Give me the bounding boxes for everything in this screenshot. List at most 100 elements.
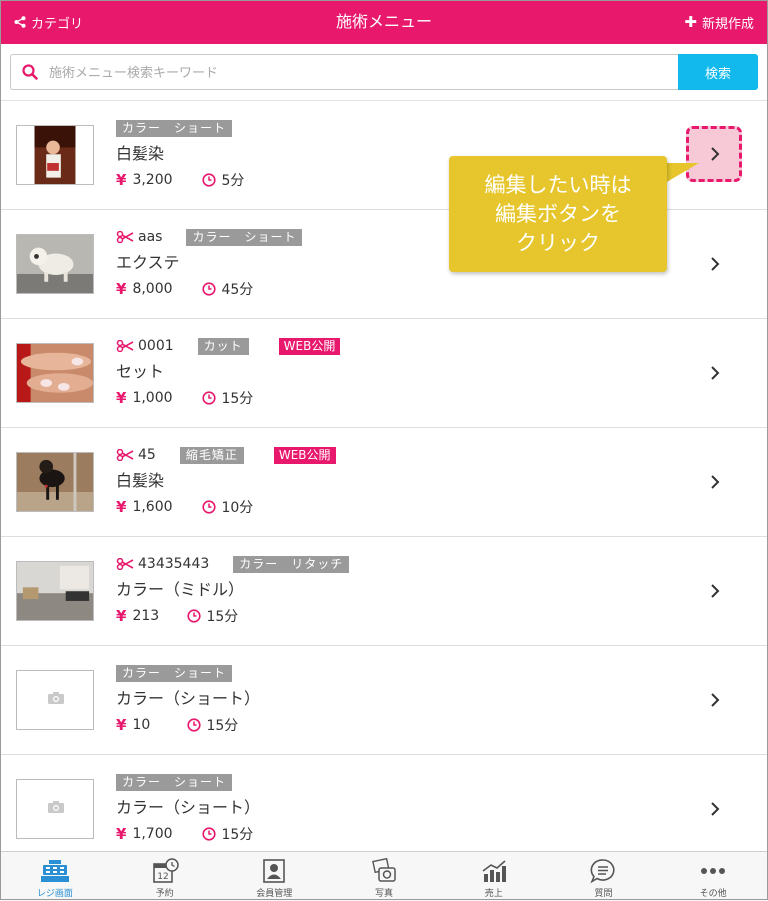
menu-item-row[interactable]: 45 縮毛矯正 WEB公開 白髪染 ¥ 1,600 10分: [0, 428, 768, 537]
menu-price: 213: [132, 608, 160, 624]
menu-info: 43435443 カラー リタッチ カラー（ミドル） ¥ 213 15分: [116, 554, 350, 628]
search-input[interactable]: [47, 55, 671, 91]
scissors-icon: [116, 449, 134, 461]
menu-item-row[interactable]: カラー ショート カラー（ショート） ¥ 10 15分: [0, 646, 768, 755]
search-button[interactable]: 検索: [678, 54, 758, 90]
scissors-icon: [116, 558, 134, 570]
menu-code: aas: [138, 229, 163, 245]
menu-code: 43435443: [138, 556, 210, 572]
menu-name: カラー（ショート）: [116, 689, 261, 708]
menu-price-duration: ¥ 10 15分: [116, 713, 260, 737]
menu-info: カラー ショート 白髪染 ¥ 3,200 5分: [116, 118, 244, 192]
menu-name: 白髪染: [116, 144, 165, 163]
menu-duration: 15分: [206, 718, 239, 734]
tab-sales[interactable]: 売上: [439, 852, 549, 901]
speech-bubble-icon: [590, 859, 616, 884]
sales-chart-icon: [482, 860, 506, 882]
clock-icon: [202, 500, 217, 514]
bottom-tab-bar: レジ画面 12 予約 会員管理 写真 売上 質問 その他: [0, 851, 768, 901]
chevron-right-icon[interactable]: [706, 364, 724, 382]
menu-price-duration: ¥ 1,000 15分: [116, 386, 340, 410]
scissors-icon: [116, 340, 134, 352]
top-bar: カテゴリ 施術メニュー ✚ 新規作成: [0, 0, 768, 44]
new-create-button[interactable]: ✚ 新規作成: [684, 0, 754, 44]
yen-icon: ¥: [116, 389, 127, 407]
menu-duration: 5分: [221, 173, 245, 189]
chevron-right-icon[interactable]: [706, 582, 724, 600]
more-icon: [701, 868, 726, 874]
tab-register[interactable]: レジ画面: [0, 852, 110, 901]
yen-icon: ¥: [116, 825, 127, 843]
tab-label: 売上: [484, 889, 503, 899]
chevron-right-icon[interactable]: [706, 473, 724, 491]
menu-name: エクステ: [116, 253, 180, 272]
calendar-day: 12: [157, 872, 168, 882]
menu-thumbnail: [16, 561, 94, 621]
menu-price: 1,600: [132, 499, 173, 515]
search-bar: 検索: [10, 54, 758, 91]
yen-icon: ¥: [116, 607, 127, 625]
clock-icon: [187, 718, 202, 732]
menu-price-duration: ¥ 213 15分: [116, 604, 349, 628]
member-icon: [263, 859, 286, 883]
camera-placeholder-icon: [48, 692, 64, 704]
yen-icon: ¥: [116, 716, 127, 734]
menu-duration: 15分: [221, 827, 254, 843]
menu-price: 1,700: [132, 826, 173, 842]
callout-line-3: クリック: [516, 230, 600, 255]
scissors-icon: [116, 231, 134, 243]
menu-name: 白髪染: [116, 471, 165, 490]
category-tag: カラー ショート: [116, 664, 233, 682]
menu-meta: 43435443 カラー リタッチ: [116, 554, 350, 574]
category-tag: カラー ショート: [116, 773, 233, 791]
menu-info: 45 縮毛矯正 WEB公開 白髪染 ¥ 1,600 10分: [116, 445, 336, 519]
clock-icon: [187, 609, 202, 623]
menu-name: カラー（ミドル）: [116, 580, 245, 599]
web-public-badge: WEB公開: [278, 337, 341, 355]
menu-thumbnail: [16, 234, 94, 294]
menu-item-row[interactable]: 0001 カット WEB公開 セット ¥ 1,000 15分: [0, 319, 768, 428]
tab-members[interactable]: 会員管理: [219, 852, 329, 901]
menu-info: カラー ショート カラー（ショート） ¥ 1,700 15分: [116, 772, 260, 846]
tab-label: その他: [699, 889, 727, 899]
menu-price-duration: ¥ 8,000 45分: [116, 277, 302, 301]
menu-item-row[interactable]: 43435443 カラー リタッチ カラー（ミドル） ¥ 213 15分: [0, 537, 768, 646]
search-icon: [22, 64, 38, 80]
menu-price: 1,000: [132, 390, 173, 406]
register-icon: [40, 860, 69, 882]
chevron-right-icon[interactable]: [706, 255, 724, 273]
menu-info: 0001 カット WEB公開 セット ¥ 1,000 15分: [116, 336, 341, 410]
yen-icon: ¥: [116, 171, 127, 189]
menu-meta: カラー ショート: [116, 118, 244, 138]
menu-duration: 45分: [221, 282, 254, 298]
chevron-right-icon[interactable]: [706, 691, 724, 709]
menu-meta: カラー ショート: [116, 772, 260, 792]
menu-item-row[interactable]: カラー ショート カラー（ショート） ¥ 1,700 15分: [0, 755, 768, 864]
tab-reservation[interactable]: 12 予約: [110, 852, 220, 901]
category-tag: カラー ショート: [116, 119, 233, 137]
tab-photos[interactable]: 写真: [329, 852, 439, 901]
tab-label: 質問: [594, 889, 613, 899]
menu-duration: 10分: [221, 500, 254, 516]
menu-price-duration: ¥ 1,700 15分: [116, 822, 260, 846]
tab-questions[interactable]: 質問: [549, 852, 659, 901]
menu-meta: aas カラー ショート: [116, 227, 303, 247]
tab-label: 会員管理: [256, 889, 293, 899]
tab-more[interactable]: その他: [658, 852, 768, 901]
yen-icon: ¥: [116, 498, 127, 516]
chevron-right-icon[interactable]: [706, 800, 724, 818]
menu-name: セット: [116, 362, 165, 381]
tab-label: レジ画面: [36, 889, 73, 899]
calendar-icon: 12: [152, 858, 179, 883]
help-callout: 編集したい時は 編集ボタンを クリック: [449, 156, 667, 272]
menu-info: aas カラー ショート エクステ ¥ 8,000 45分: [116, 227, 303, 301]
clock-icon: [202, 282, 217, 296]
menu-code: 45: [138, 447, 156, 463]
menu-thumbnail: [16, 779, 94, 839]
tab-label: 予約: [155, 889, 174, 899]
new-create-label: 新規作成: [701, 16, 754, 32]
menu-price-duration: ¥ 1,600 10分: [116, 495, 336, 519]
menu-thumbnail: [16, 343, 94, 403]
menu-price: 10: [132, 717, 151, 733]
category-tag: カラー リタッチ: [233, 555, 350, 573]
